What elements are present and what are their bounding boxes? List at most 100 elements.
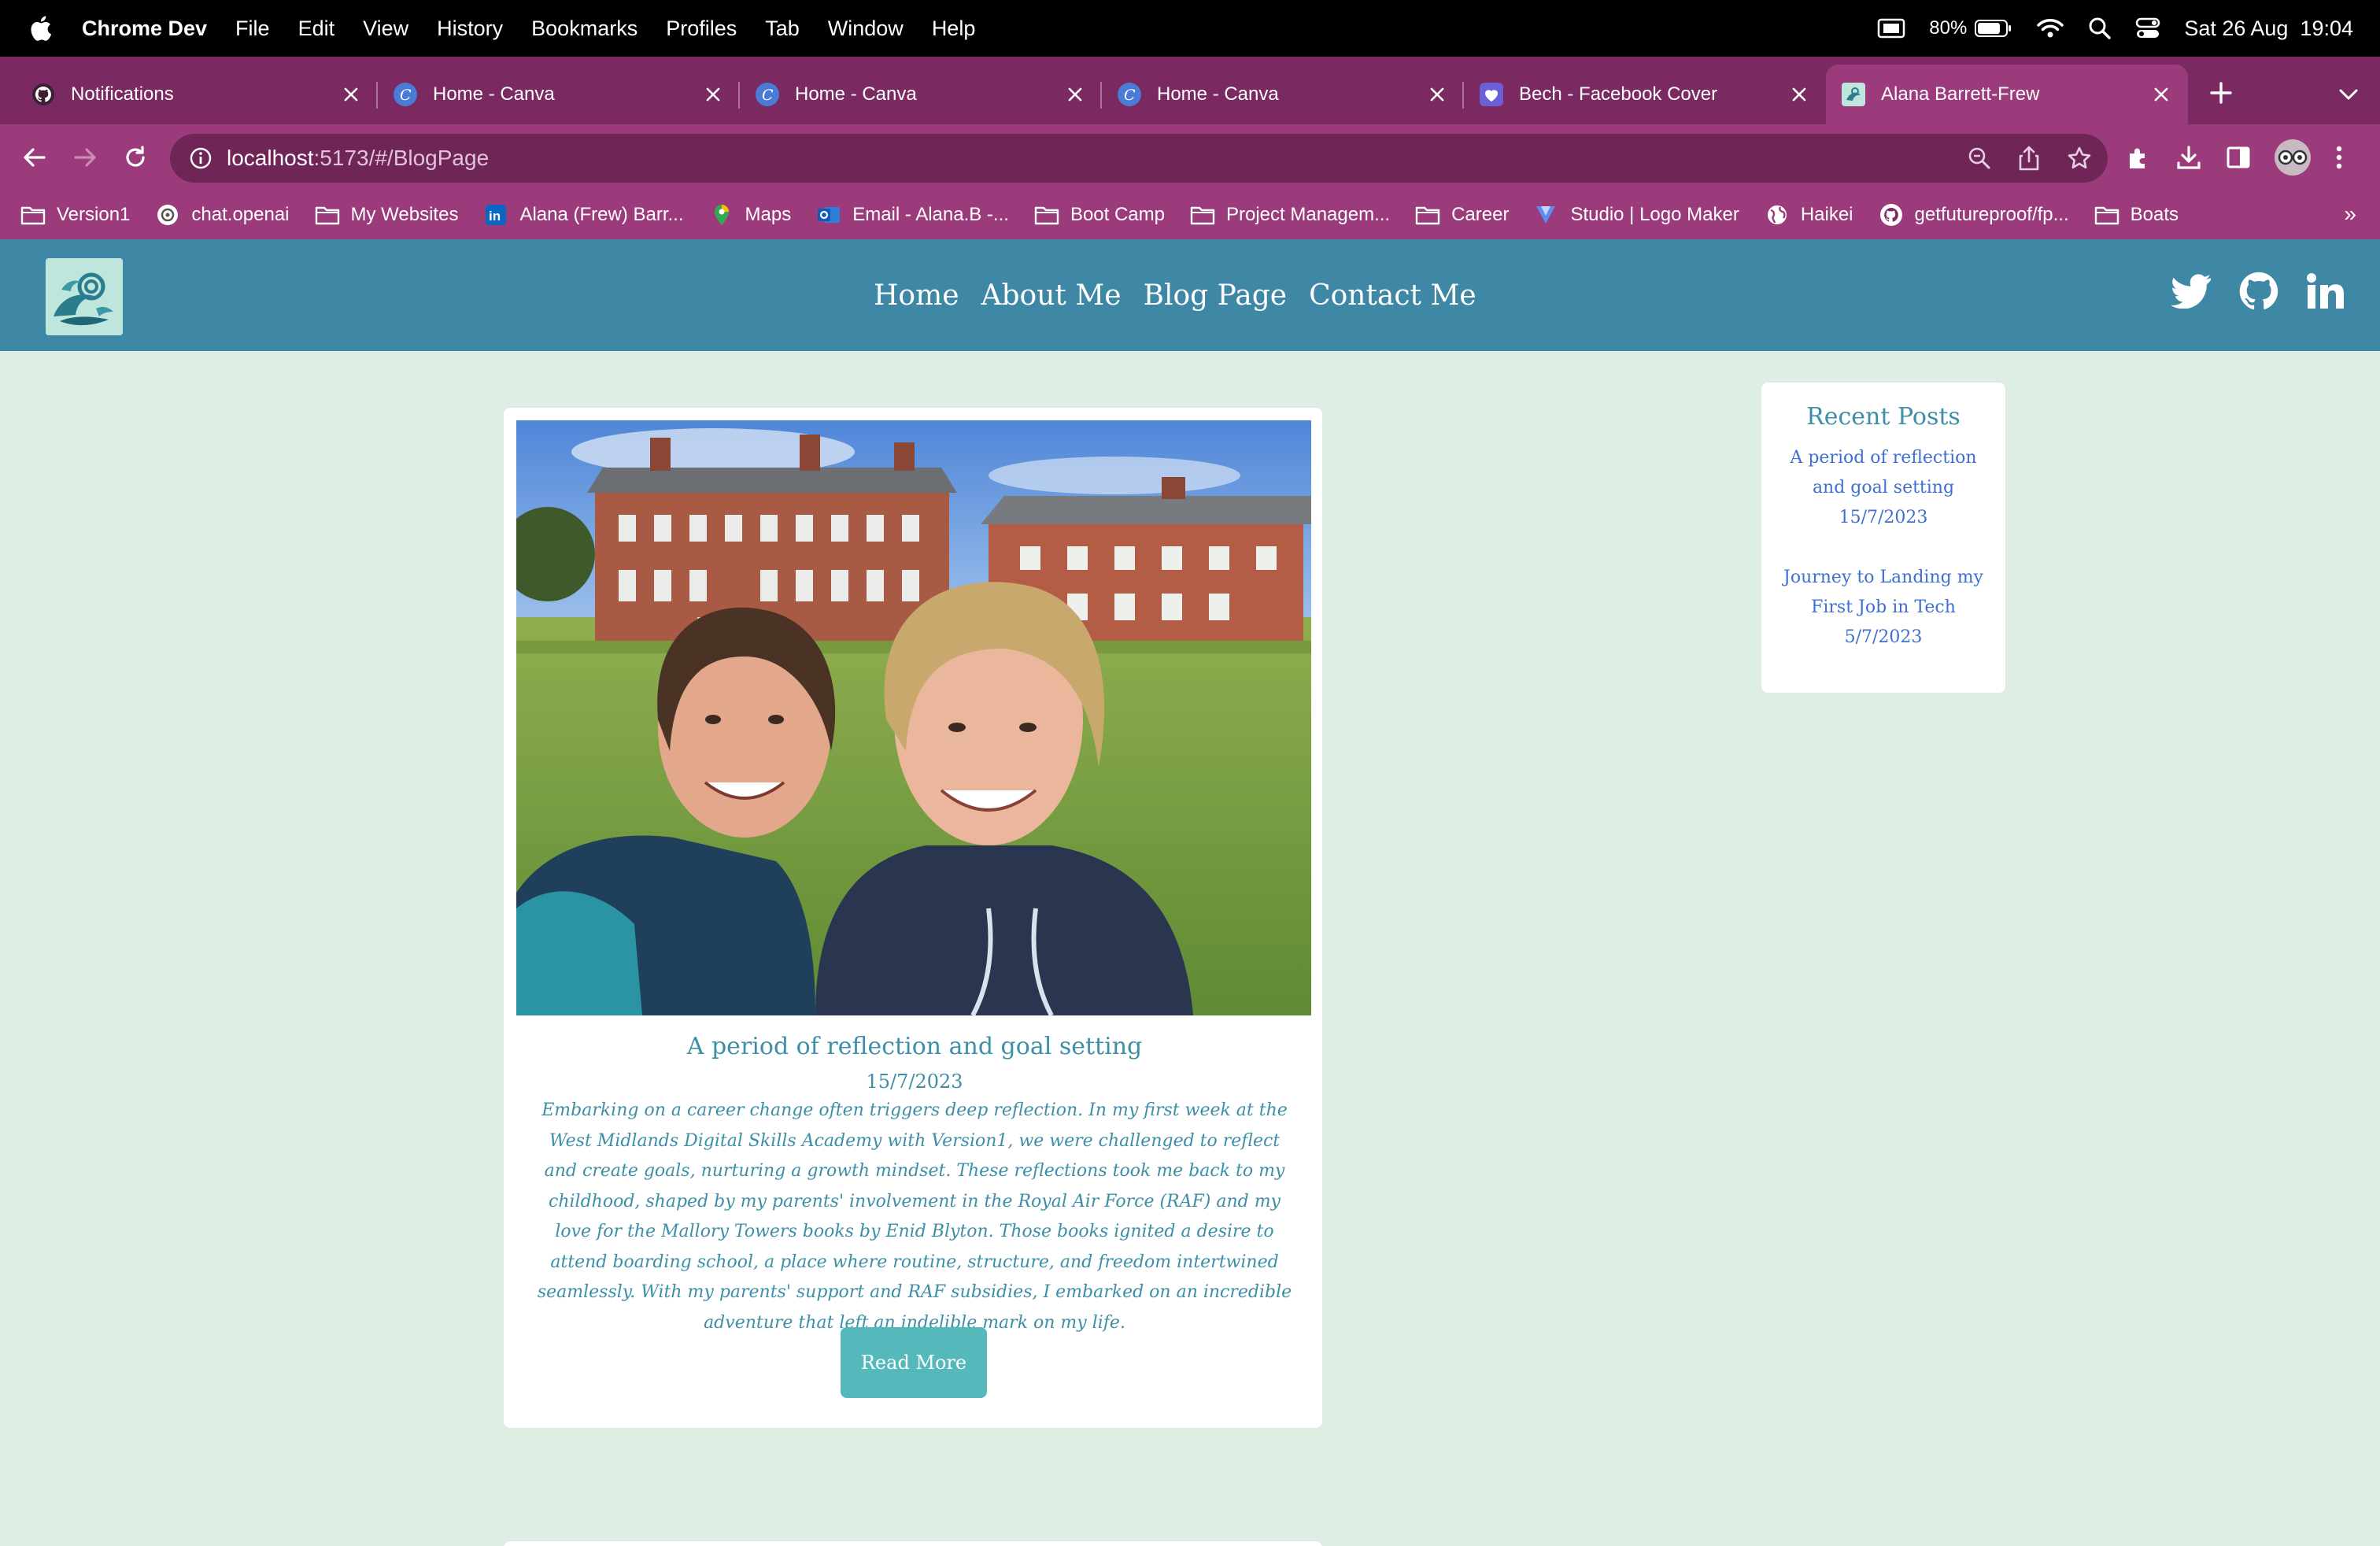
- extensions-icon[interactable]: [2125, 144, 2152, 171]
- close-icon[interactable]: [1064, 83, 1086, 105]
- folder-icon: [1415, 204, 1440, 226]
- apple-icon[interactable]: [28, 15, 52, 42]
- menu-profiles[interactable]: Profiles: [666, 17, 737, 41]
- omnibox-actions: [1968, 134, 2092, 183]
- url-host: localhost: [227, 146, 314, 170]
- site-logo[interactable]: [46, 258, 123, 335]
- bookmark-version1[interactable]: Version1: [20, 204, 130, 226]
- twitter-icon[interactable]: [2171, 274, 2212, 309]
- close-icon[interactable]: [702, 83, 724, 105]
- menu-history[interactable]: History: [437, 17, 503, 41]
- bookmark-my-websites[interactable]: My Websites: [315, 204, 458, 226]
- tab-title: Home - Canva: [433, 83, 555, 105]
- tab-title: Notifications: [71, 83, 174, 105]
- tab-home-canva-3[interactable]: C Home - Canva: [1102, 65, 1464, 124]
- nav-blog-page-link[interactable]: Blog Page: [1144, 279, 1288, 312]
- close-icon[interactable]: [340, 83, 362, 105]
- openai-icon: [155, 204, 180, 226]
- reload-button[interactable]: [118, 140, 153, 175]
- bookmark-getfutureproof[interactable]: getfutureproof/fp...: [1879, 204, 2069, 226]
- address-bar[interactable]: localhost:5173/#/BlogPage: [170, 134, 2108, 183]
- nav-contact-me-link[interactable]: Contact Me: [1309, 279, 1476, 312]
- canva-icon: C: [756, 83, 779, 106]
- bookmark-label: chat.openai: [191, 204, 290, 225]
- tab-notifications[interactable]: Notifications: [16, 65, 378, 124]
- folder-icon: [1034, 204, 1059, 226]
- side-panel-icon[interactable]: [2226, 145, 2251, 170]
- close-icon[interactable]: [1426, 83, 1448, 105]
- nav-about-me-link[interactable]: About Me: [981, 279, 1122, 312]
- bookmark-logo-maker[interactable]: Studio | Logo Maker: [1534, 204, 1739, 226]
- post-title[interactable]: A period of reflection and goal setting: [504, 1033, 1325, 1060]
- browser-tab-strip: Notifications C Home - Canva C Home - Ca…: [0, 57, 2380, 124]
- close-icon[interactable]: [2150, 83, 2172, 105]
- profile-avatar[interactable]: [2275, 139, 2311, 176]
- canva-icon: C: [1118, 83, 1141, 106]
- github-icon[interactable]: [2238, 271, 2279, 312]
- tab-home-canva-1[interactable]: C Home - Canva: [378, 65, 740, 124]
- battery-icon: [1975, 20, 2012, 37]
- menubar-clock[interactable]: Sat 26 Aug 19:04: [2184, 17, 2353, 41]
- post-excerpt: Embarking on a career change often trigg…: [537, 1100, 1292, 1333]
- menu-edit[interactable]: Edit: [298, 17, 335, 41]
- more-menu-icon[interactable]: [2334, 144, 2344, 171]
- menu-app-name[interactable]: Chrome Dev: [82, 17, 207, 41]
- read-more-button[interactable]: Read More: [841, 1327, 987, 1398]
- bookmark-label: Project Managem...: [1226, 204, 1391, 225]
- control-center-icon[interactable]: [2135, 17, 2160, 40]
- share-icon[interactable]: [2018, 146, 2040, 171]
- recent-post-link[interactable]: A period of reflection and goal setting …: [1777, 443, 1990, 533]
- bookmark-label: Boot Camp: [1070, 204, 1165, 225]
- site-header: Home About Me Blog Page Contact Me: [0, 239, 2380, 351]
- display-icon[interactable]: [1877, 17, 1905, 39]
- toolbar-actions: [2125, 139, 2344, 176]
- bookmark-email[interactable]: Email - Alana.B -...: [816, 204, 1009, 226]
- bookmark-career[interactable]: Career: [1415, 204, 1509, 226]
- menu-tab[interactable]: Tab: [765, 17, 800, 41]
- recent-post-link[interactable]: Journey to Landing my First Job in Tech …: [1777, 563, 1990, 653]
- bookmarks-bar: Version1 chat.openai My Websites in Alan…: [0, 190, 2380, 239]
- info-icon[interactable]: [189, 146, 213, 170]
- bookmark-label: Email - Alana.B -...: [852, 204, 1009, 225]
- battery-status[interactable]: 80%: [1929, 17, 2012, 39]
- globe-icon: [1765, 204, 1790, 226]
- linkedin-icon[interactable]: [2306, 272, 2345, 310]
- close-icon[interactable]: [1788, 83, 1810, 105]
- site-icon: [1842, 83, 1865, 106]
- back-button[interactable]: [17, 140, 52, 175]
- bookmark-label: Haikei: [1800, 204, 1853, 225]
- menu-help[interactable]: Help: [932, 17, 976, 41]
- bookmark-maps[interactable]: Maps: [709, 204, 791, 226]
- glasses-avatar-icon: [2278, 150, 2308, 165]
- arrow-right-icon: [74, 148, 96, 167]
- menu-view[interactable]: View: [363, 17, 408, 41]
- bookmark-linkedin[interactable]: in Alana (Frew) Barr...: [483, 204, 684, 226]
- github-icon: [1879, 204, 1904, 226]
- forward-button[interactable]: [68, 140, 102, 175]
- tab-search-button[interactable]: [2333, 79, 2364, 110]
- tab-title: Alana Barrett-Frew: [1881, 83, 2040, 105]
- zoom-icon[interactable]: [1968, 146, 1991, 170]
- social-links: [2171, 271, 2345, 312]
- spotlight-search-icon[interactable]: [2088, 17, 2112, 40]
- tab-home-canva-2[interactable]: C Home - Canva: [740, 65, 1102, 124]
- nav-home-link[interactable]: Home: [874, 279, 959, 312]
- bookmark-boot-camp[interactable]: Boot Camp: [1034, 204, 1165, 226]
- menu-file[interactable]: File: [235, 17, 270, 41]
- new-tab-button[interactable]: [2204, 76, 2238, 110]
- recent-posts-title: Recent Posts: [1806, 403, 1961, 431]
- tab-alana-barrett-frew[interactable]: Alana Barrett-Frew: [1826, 65, 2188, 124]
- bookmark-haikei[interactable]: Haikei: [1765, 204, 1853, 226]
- wifi-icon[interactable]: [2036, 17, 2064, 39]
- url-path: :5173/#/BlogPage: [313, 146, 490, 170]
- bookmark-project-management[interactable]: Project Managem...: [1190, 204, 1390, 226]
- download-icon[interactable]: [2175, 144, 2202, 171]
- bookmark-chat-openai[interactable]: chat.openai: [155, 204, 290, 226]
- tab-facebook-cover[interactable]: Bech - Facebook Cover: [1464, 65, 1826, 124]
- bookmark-star-icon[interactable]: [2067, 146, 2092, 171]
- menu-bookmarks[interactable]: Bookmarks: [531, 17, 638, 41]
- bookmarks-overflow-button[interactable]: »: [2344, 202, 2356, 227]
- bookmark-label: getfutureproof/fp...: [1914, 204, 2069, 225]
- menu-window[interactable]: Window: [828, 17, 904, 41]
- bookmark-boats[interactable]: Boats: [2094, 204, 2179, 226]
